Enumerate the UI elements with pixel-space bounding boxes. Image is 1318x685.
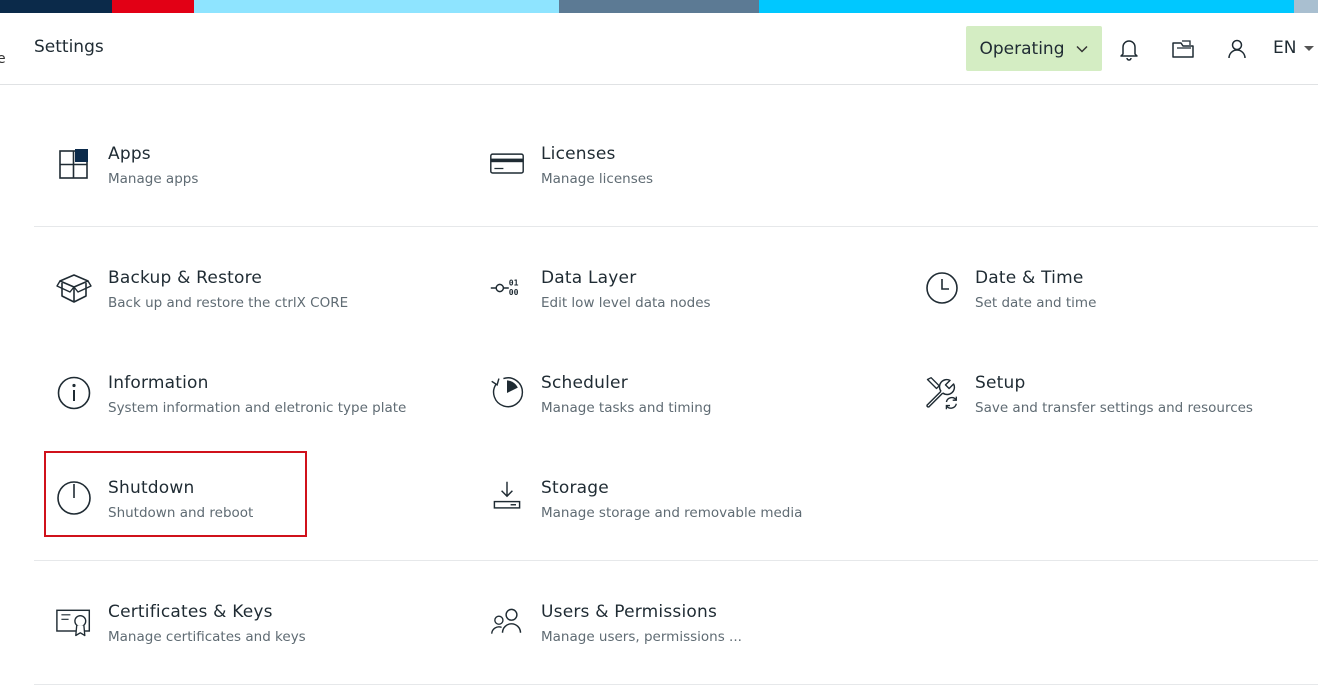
bell-icon[interactable]: [1116, 36, 1142, 62]
tile-title: Shutdown: [108, 478, 195, 498]
tools-icon: [926, 377, 957, 410]
scheduler-icon: [491, 377, 524, 408]
data-layer-icon: 01 00: [490, 277, 519, 297]
tile-title: Date & Time: [975, 268, 1084, 288]
clock-icon: [926, 272, 958, 304]
certificate-icon: [56, 609, 91, 637]
page-title: Settings: [34, 37, 104, 57]
caret-down-icon: [1304, 45, 1315, 51]
power-icon: [57, 481, 91, 515]
tile-title: Backup & Restore: [108, 268, 263, 288]
language-selector[interactable]: EN: [1273, 38, 1315, 58]
svg-text:01: 01: [509, 277, 519, 287]
package-box-icon: [56, 274, 92, 303]
download-storage-icon: [493, 481, 521, 509]
language-label: EN: [1273, 38, 1297, 58]
stripe-segment: [112, 0, 194, 13]
stripe-segment: [1294, 0, 1318, 13]
tile-description: Save and transfer settings and resources: [975, 400, 1253, 416]
user-icon[interactable]: [1224, 36, 1250, 62]
menu-stub[interactable]: e: [0, 51, 6, 67]
brand-stripe: [0, 0, 1318, 13]
operating-state-button[interactable]: Operating: [966, 26, 1102, 71]
app-header: e Settings Operating EN: [0, 13, 1318, 85]
tile-title: Information: [108, 373, 209, 393]
stripe-segment: [559, 0, 759, 13]
tile-description: Set date and time: [975, 295, 1097, 311]
tile-title: Storage: [541, 478, 609, 498]
section-divider: [34, 560, 1318, 561]
tile-title: Users & Permissions: [541, 602, 718, 622]
info-icon: [57, 376, 91, 410]
credit-card-icon: [490, 153, 524, 174]
section-divider: [34, 226, 1318, 227]
status-label: Operating: [979, 38, 1065, 59]
tile-title: Data Layer: [541, 268, 637, 288]
tile-description: Manage storage and removable media: [541, 505, 803, 521]
stripe-segment: [759, 0, 1294, 13]
tile-title: Certificates & Keys: [108, 602, 273, 622]
users-icon: [491, 608, 522, 634]
tile-description: Back up and restore the ctrlX CORE: [108, 295, 349, 311]
tile-description: System information and eletronic type pl…: [108, 400, 407, 416]
stripe-segment: [194, 0, 559, 13]
folder-icon[interactable]: [1170, 36, 1196, 62]
tile-description: Manage licenses: [541, 171, 654, 187]
stripe-segment: [0, 0, 112, 13]
svg-text:00: 00: [509, 287, 519, 297]
tile-description: Manage tasks and timing: [541, 400, 712, 416]
tile-title: Setup: [975, 373, 1026, 393]
tile-title: Scheduler: [541, 373, 628, 393]
apps-grid-icon: [59, 149, 88, 179]
tile-description: Edit low level data nodes: [541, 295, 711, 311]
tile-title: Apps: [108, 144, 151, 164]
tile-description: Manage apps: [108, 171, 199, 187]
tile-description: Manage certificates and keys: [108, 629, 306, 645]
chevron-down-icon: [1075, 45, 1088, 53]
tile-title: Licenses: [541, 144, 616, 164]
tile-description: Shutdown and reboot: [108, 505, 254, 521]
tile-description: Manage users, permissions ...: [541, 629, 742, 645]
